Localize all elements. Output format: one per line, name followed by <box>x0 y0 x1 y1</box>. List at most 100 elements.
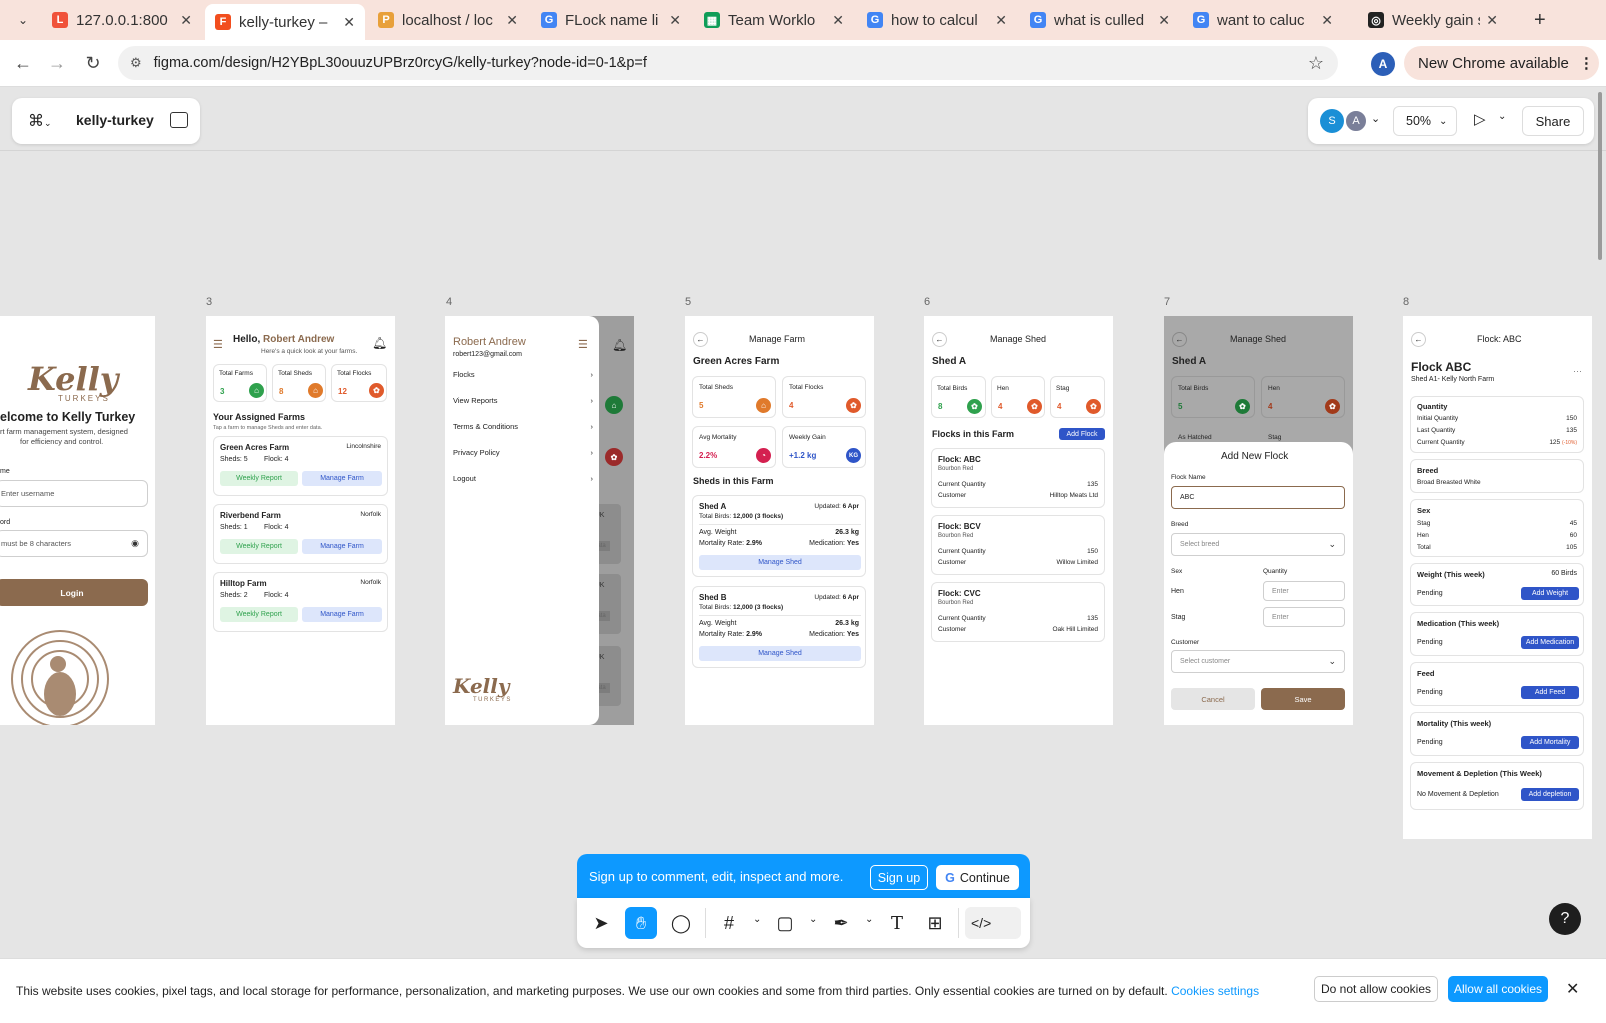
close-icon[interactable]: ✕ <box>1566 979 1579 999</box>
username-input[interactable]: Enter username <box>0 480 148 507</box>
frame-label[interactable]: 6 <box>924 296 930 308</box>
avatar[interactable]: A <box>1344 109 1368 133</box>
back-button[interactable]: ← <box>10 50 36 76</box>
more-icon[interactable]: ··· <box>1573 366 1582 376</box>
file-name[interactable]: kelly-turkey <box>76 112 154 128</box>
add-flock-button[interactable]: Add Flock <box>1059 428 1105 440</box>
browser-tab[interactable]: Gwhat is culled ✕ <box>1020 4 1180 36</box>
add-feed-button[interactable]: Add Feed <box>1521 686 1579 699</box>
eye-icon[interactable]: ◉ <box>131 538 139 549</box>
shape-tool[interactable]: ▢ <box>769 907 801 939</box>
add-flock-frame[interactable]: ← Manage Shed Shed A Total Birds 5 ✿ Hen 4 ✿… <box>1164 316 1353 725</box>
dashboard-frame[interactable]: ☰ Hello, Robert Andrew Here's a quick lo… <box>206 316 395 725</box>
forward-button[interactable]: → <box>44 50 70 76</box>
close-icon[interactable]: ✕ <box>1486 12 1498 29</box>
drawer-item-logout[interactable]: Logout › <box>453 474 593 488</box>
menu-icon[interactable]: ☰ <box>213 338 223 351</box>
farm-card[interactable]: Green Acres Farm Lincolnshire Sheds: 5 F… <box>213 436 388 496</box>
drawer-item-privacy[interactable]: Privacy Policy › <box>453 448 593 462</box>
flock-detail-frame[interactable]: ← Flock: ABC Flock ABC Shed A1- Kelly No… <box>1403 316 1592 839</box>
frame-label[interactable]: 5 <box>685 296 691 308</box>
add-medication-button[interactable]: Add Medication <box>1521 636 1579 649</box>
password-input[interactable]: must be 8 characters ◉ <box>0 530 148 557</box>
browser-tab[interactable]: L 127.0.0.1:800 ✕ <box>42 4 202 36</box>
avatar[interactable]: S <box>1320 109 1344 133</box>
pen-tool[interactable]: ✒︎ <box>825 907 857 939</box>
figma-menu-icon[interactable]: ⌘⌄ <box>28 111 52 131</box>
close-icon[interactable]: ✕ <box>669 12 681 29</box>
weekly-report-button[interactable]: Weekly Report <box>220 607 298 622</box>
manage-shed-button[interactable]: Manage Shed <box>699 646 861 661</box>
back-arrow-icon[interactable]: ← <box>932 332 947 347</box>
frame-label[interactable]: 7 <box>1164 296 1170 308</box>
add-mortality-button[interactable]: Add Mortality <box>1521 736 1579 749</box>
chevron-down-icon[interactable]: ⌄ <box>1498 111 1506 122</box>
browser-tab[interactable]: Ghow to calcul ✕ <box>857 4 1017 36</box>
menu-close-icon[interactable]: ☰ <box>578 338 588 351</box>
chevron-down-icon[interactable]: ⌄ <box>1371 112 1380 125</box>
browser-tab[interactable]: G FLock name li ✕ <box>531 4 691 36</box>
menu-frame[interactable]: 🔔︎ ⌂ ✿ rk, UKData rk, UKData rk, UKData … <box>445 316 634 725</box>
stag-quantity-input[interactable]: Enter <box>1263 607 1345 627</box>
bell-icon[interactable]: 🔔︎ <box>372 336 387 350</box>
flock-name-input[interactable]: ABC <box>1171 486 1345 509</box>
profile-avatar[interactable]: A <box>1371 52 1395 76</box>
new-tab-button[interactable]: + <box>1524 4 1554 36</box>
browser-tab[interactable]: Gwant to caluc ✕ <box>1183 4 1343 36</box>
frame-label[interactable]: 3 <box>206 296 212 308</box>
chevron-down-icon[interactable]: ⌄ <box>753 914 761 925</box>
frame-label[interactable]: 4 <box>446 296 452 308</box>
chevron-down-icon[interactable]: ⌄ <box>865 914 873 925</box>
dev-mode-toggle[interactable]: </> <box>965 907 1021 939</box>
save-button[interactable]: Save <box>1261 688 1345 710</box>
frame-label[interactable]: 8 <box>1403 296 1409 308</box>
weekly-report-button[interactable]: Weekly Report <box>220 539 298 554</box>
manage-farm-button[interactable]: Manage Farm <box>302 539 382 554</box>
close-icon[interactable]: ✕ <box>1321 12 1333 29</box>
close-icon[interactable]: ✕ <box>180 12 192 29</box>
close-icon[interactable]: ✕ <box>1158 12 1170 29</box>
farm-card[interactable]: Hilltop Farm Norfolk Sheds: 2 Flock: 4 W… <box>213 572 388 632</box>
weekly-report-button[interactable]: Weekly Report <box>220 471 298 486</box>
chevron-down-icon[interactable]: ⌄ <box>809 914 817 925</box>
close-icon[interactable]: ✕ <box>506 12 518 29</box>
login-button[interactable]: Login <box>0 579 148 606</box>
drawer-item-reports[interactable]: View Reports › <box>453 396 593 410</box>
sidebar-toggle-icon[interactable] <box>170 112 188 128</box>
help-button[interactable]: ? <box>1549 903 1581 935</box>
deny-cookies-button[interactable]: Do not allow cookies <box>1314 976 1438 1002</box>
comment-tool[interactable]: ◯ <box>665 907 697 939</box>
close-icon[interactable]: ✕ <box>995 12 1007 29</box>
browser-tab[interactable]: ▦ Team Worklo ✕ <box>694 4 854 36</box>
add-weight-button[interactable]: Add Weight <box>1521 587 1579 600</box>
login-frame[interactable]: Kelly TURKEYS elcome to Kelly Turkey rt … <box>0 316 155 725</box>
manage-shed-button[interactable]: Manage Shed <box>699 555 861 570</box>
close-icon[interactable]: ✕ <box>343 14 355 31</box>
back-arrow-icon[interactable]: ← <box>693 332 708 347</box>
continue-google-button[interactable]: G Continue <box>936 865 1019 890</box>
browser-tab[interactable]: ◎ Weekly gain s ✕ <box>1358 4 1508 36</box>
farm-card[interactable]: Riverbend Farm Norfolk Sheds: 1 Flock: 4… <box>213 504 388 564</box>
address-bar[interactable]: ⚙ figma.com/design/H2YBpL30ouuzUPBrz0rcy… <box>118 46 1338 80</box>
browser-tab-active[interactable]: Fkelly-turkey – ✕ <box>205 4 365 40</box>
present-play-icon[interactable]: ▷ <box>1474 110 1486 128</box>
tab-search-button[interactable]: ⌄ <box>8 4 38 36</box>
browser-tab[interactable]: Plocalhost / loc ✕ <box>368 4 528 36</box>
shed-card[interactable]: Shed B Updated: 6 Apr Total Birds: 12,00… <box>692 586 866 668</box>
flock-card[interactable]: Flock: CVC Bourbon Red Current Quantity … <box>931 582 1105 642</box>
frame-tool[interactable]: # <box>713 907 745 939</box>
customer-select[interactable]: Select customer ⌄ <box>1171 650 1345 673</box>
close-icon[interactable]: ✕ <box>832 12 844 29</box>
manage-farm-button[interactable]: Manage Farm <box>302 607 382 622</box>
flock-card[interactable]: Flock: BCV Bourbon Red Current Quantity … <box>931 515 1105 575</box>
cookies-settings-link[interactable]: Cookies settings <box>1171 984 1259 998</box>
back-arrow-icon[interactable]: ← <box>1411 332 1426 347</box>
hen-quantity-input[interactable]: Enter <box>1263 581 1345 601</box>
canvas-scrollbar[interactable] <box>1598 92 1602 260</box>
manage-farm-button[interactable]: Manage Farm <box>302 471 382 486</box>
flock-card[interactable]: Flock: ABC Bourbon Red Current Quantity … <box>931 448 1105 508</box>
allow-cookies-button[interactable]: Allow all cookies <box>1448 976 1548 1002</box>
share-button[interactable]: Share <box>1522 106 1584 136</box>
drawer-item-terms[interactable]: Terms & Conditions › <box>453 422 593 436</box>
cancel-button[interactable]: Cancel <box>1171 688 1255 710</box>
